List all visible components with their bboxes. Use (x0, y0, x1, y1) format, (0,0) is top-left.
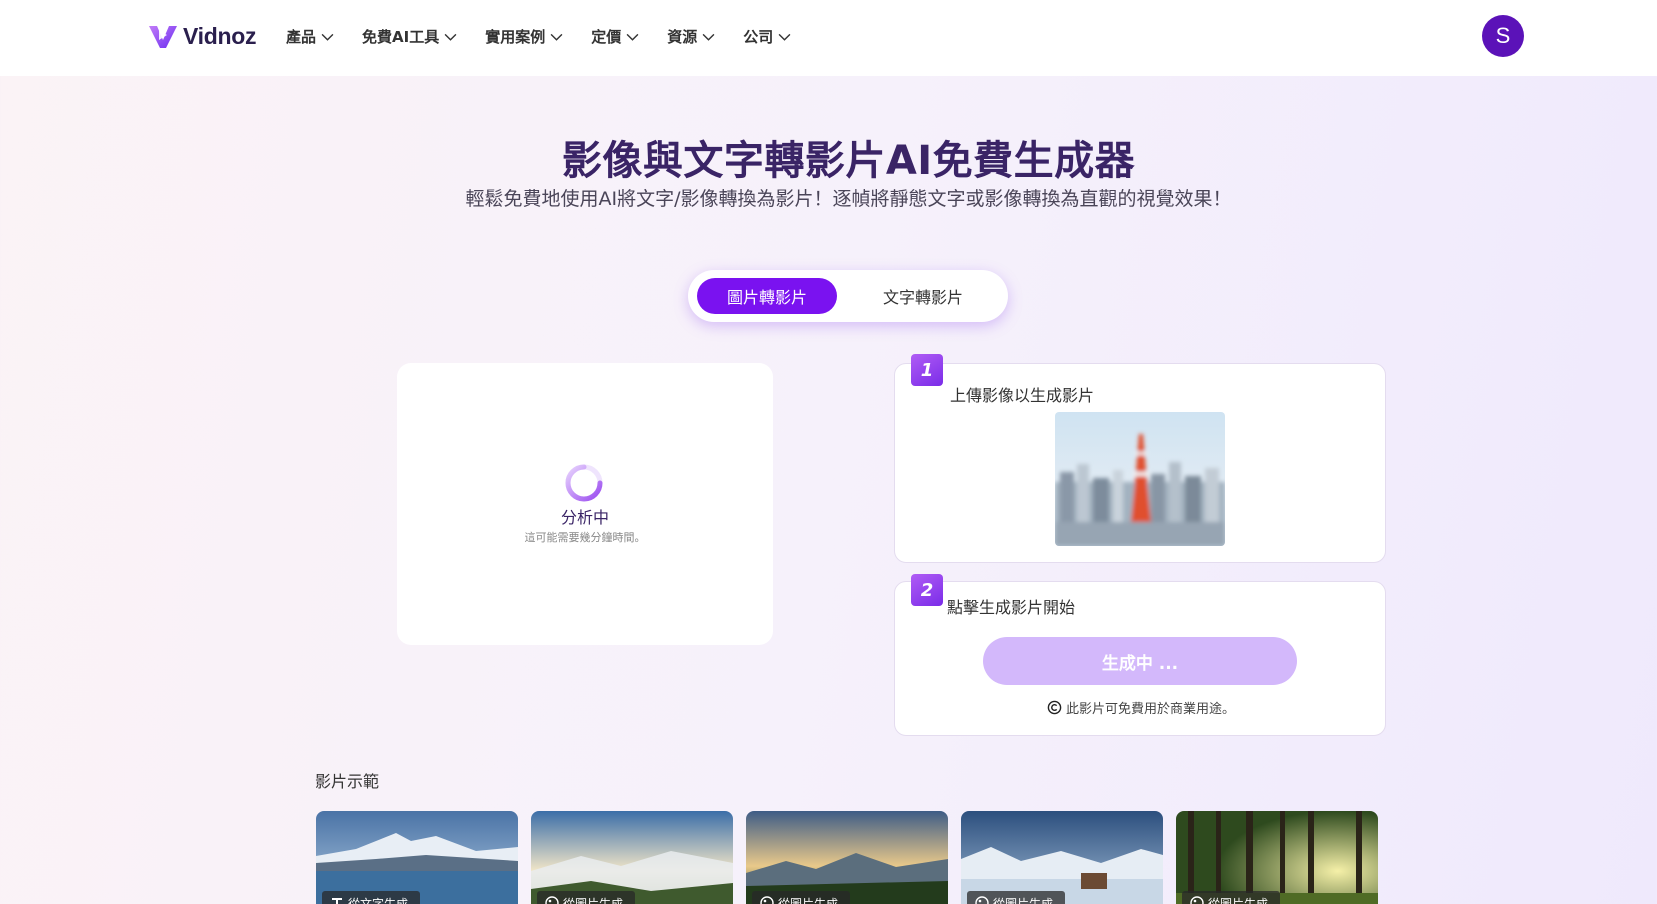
chevron-down-icon (444, 33, 457, 41)
analyzing-hint: 這可能需要幾分鐘時間。 (524, 531, 646, 544)
uploaded-image-thumbnail[interactable] (1055, 412, 1225, 546)
example-video-card[interactable]: 從文字生成 (316, 811, 518, 904)
chevron-down-icon (702, 33, 715, 41)
logo-text: Vidnoz (183, 22, 257, 49)
video-preview-panel: 分析中 這可能需要幾分鐘時間。 (397, 363, 773, 645)
nav-item-label: 資源 (667, 27, 698, 46)
image-icon (1190, 896, 1204, 904)
nav-item-use-cases[interactable]: 實用案例 (485, 24, 563, 48)
page-title: 影像與文字轉影片AI免費生成器 (561, 138, 1136, 184)
tab-image-to-video[interactable]: 圖片轉影片 (697, 278, 837, 314)
city-skyline-image (1055, 412, 1225, 546)
example-tag-label: 從圖片生成 (778, 896, 839, 904)
chevron-down-icon (321, 33, 334, 41)
commercial-use-note: 此影片可免費用於商業用途。 (895, 698, 1387, 717)
loading-spinner-icon (565, 464, 603, 502)
tab-text-to-video[interactable]: 文字轉影片 (848, 278, 998, 314)
page-subtitle: 輕鬆免費地使用AI將文字/影像轉換為影片！逐幀將靜態文字或影像轉換為直觀的視覺效… (465, 188, 1232, 210)
nav-item-label: 免費AI工具 (362, 27, 440, 46)
example-video-card[interactable]: 從圖片生成 (746, 811, 948, 904)
example-tag-label: 從圖片生成 (1208, 896, 1269, 904)
nav-item-label: 定價 (591, 27, 622, 46)
examples-heading: 影片示範 (315, 772, 380, 791)
nav-item-label: 實用案例 (485, 27, 546, 46)
image-icon (760, 896, 774, 904)
step-number-badge: 1 (911, 354, 943, 386)
vidnoz-logo-icon (149, 26, 177, 48)
nav-item-label: 公司 (743, 27, 774, 46)
text-icon (332, 898, 342, 904)
example-source-tag: 從圖片生成 (1182, 891, 1281, 904)
copyright-icon (1047, 700, 1062, 715)
image-icon (975, 896, 989, 904)
generate-video-button[interactable]: 生成中 ... (983, 637, 1297, 685)
chevron-down-icon (778, 33, 791, 41)
example-source-tag: 從圖片生成 (967, 891, 1066, 904)
example-tag-label: 從文字生成 (348, 896, 409, 904)
commercial-use-text: 此影片可免費用於商業用途。 (1065, 702, 1235, 717)
example-source-tag: 從文字生成 (322, 891, 421, 904)
nav-item-company[interactable]: 公司 (743, 24, 791, 48)
example-tag-label: 從圖片生成 (993, 896, 1054, 904)
nav-item-free-ai-tools[interactable]: 免費AI工具 (362, 24, 457, 48)
nav-item-pricing[interactable]: 定價 (591, 24, 639, 48)
nav-item-products[interactable]: 產品 (286, 24, 334, 48)
example-videos-list: 從文字生成 從圖片生成 從圖片生成 從圖片生成 從圖片生成 (316, 811, 1378, 904)
example-source-tag: 從圖片生成 (537, 891, 636, 904)
generate-step-card: 2 點擊生成影片開始 生成中 ... 此影片可免費用於商業用途。 (894, 574, 1387, 736)
step-label: 點擊生成影片開始 (947, 598, 1076, 617)
main-nav: 產品 免費AI工具 實用案例 定價 資源 公司 (286, 24, 819, 48)
example-tag-label: 從圖片生成 (563, 896, 624, 904)
user-avatar[interactable]: S (1482, 15, 1524, 57)
example-source-tag: 從圖片生成 (752, 891, 851, 904)
chevron-down-icon (550, 33, 563, 41)
nav-item-resources[interactable]: 資源 (667, 24, 715, 48)
example-video-card[interactable]: 從圖片生成 (531, 811, 733, 904)
step-number-badge: 2 (911, 574, 943, 606)
mode-tabs: 圖片轉影片 文字轉影片 (688, 270, 1008, 322)
step-label: 上傳影像以生成影片 (950, 386, 1095, 405)
vidnoz-logo[interactable]: Vidnoz (147, 18, 256, 54)
top-header: Vidnoz 產品 免費AI工具 實用案例 定價 資源 公司 S (0, 0, 1657, 76)
example-video-card[interactable]: 從圖片生成 (1176, 811, 1378, 904)
example-video-card[interactable]: 從圖片生成 (961, 811, 1163, 904)
nav-item-label: 產品 (286, 27, 317, 46)
chevron-down-icon (626, 33, 639, 41)
upload-step-card: 1 上傳影像以生成影片 (894, 354, 1386, 563)
image-icon (545, 896, 559, 904)
analyzing-status: 分析中 (560, 508, 609, 527)
